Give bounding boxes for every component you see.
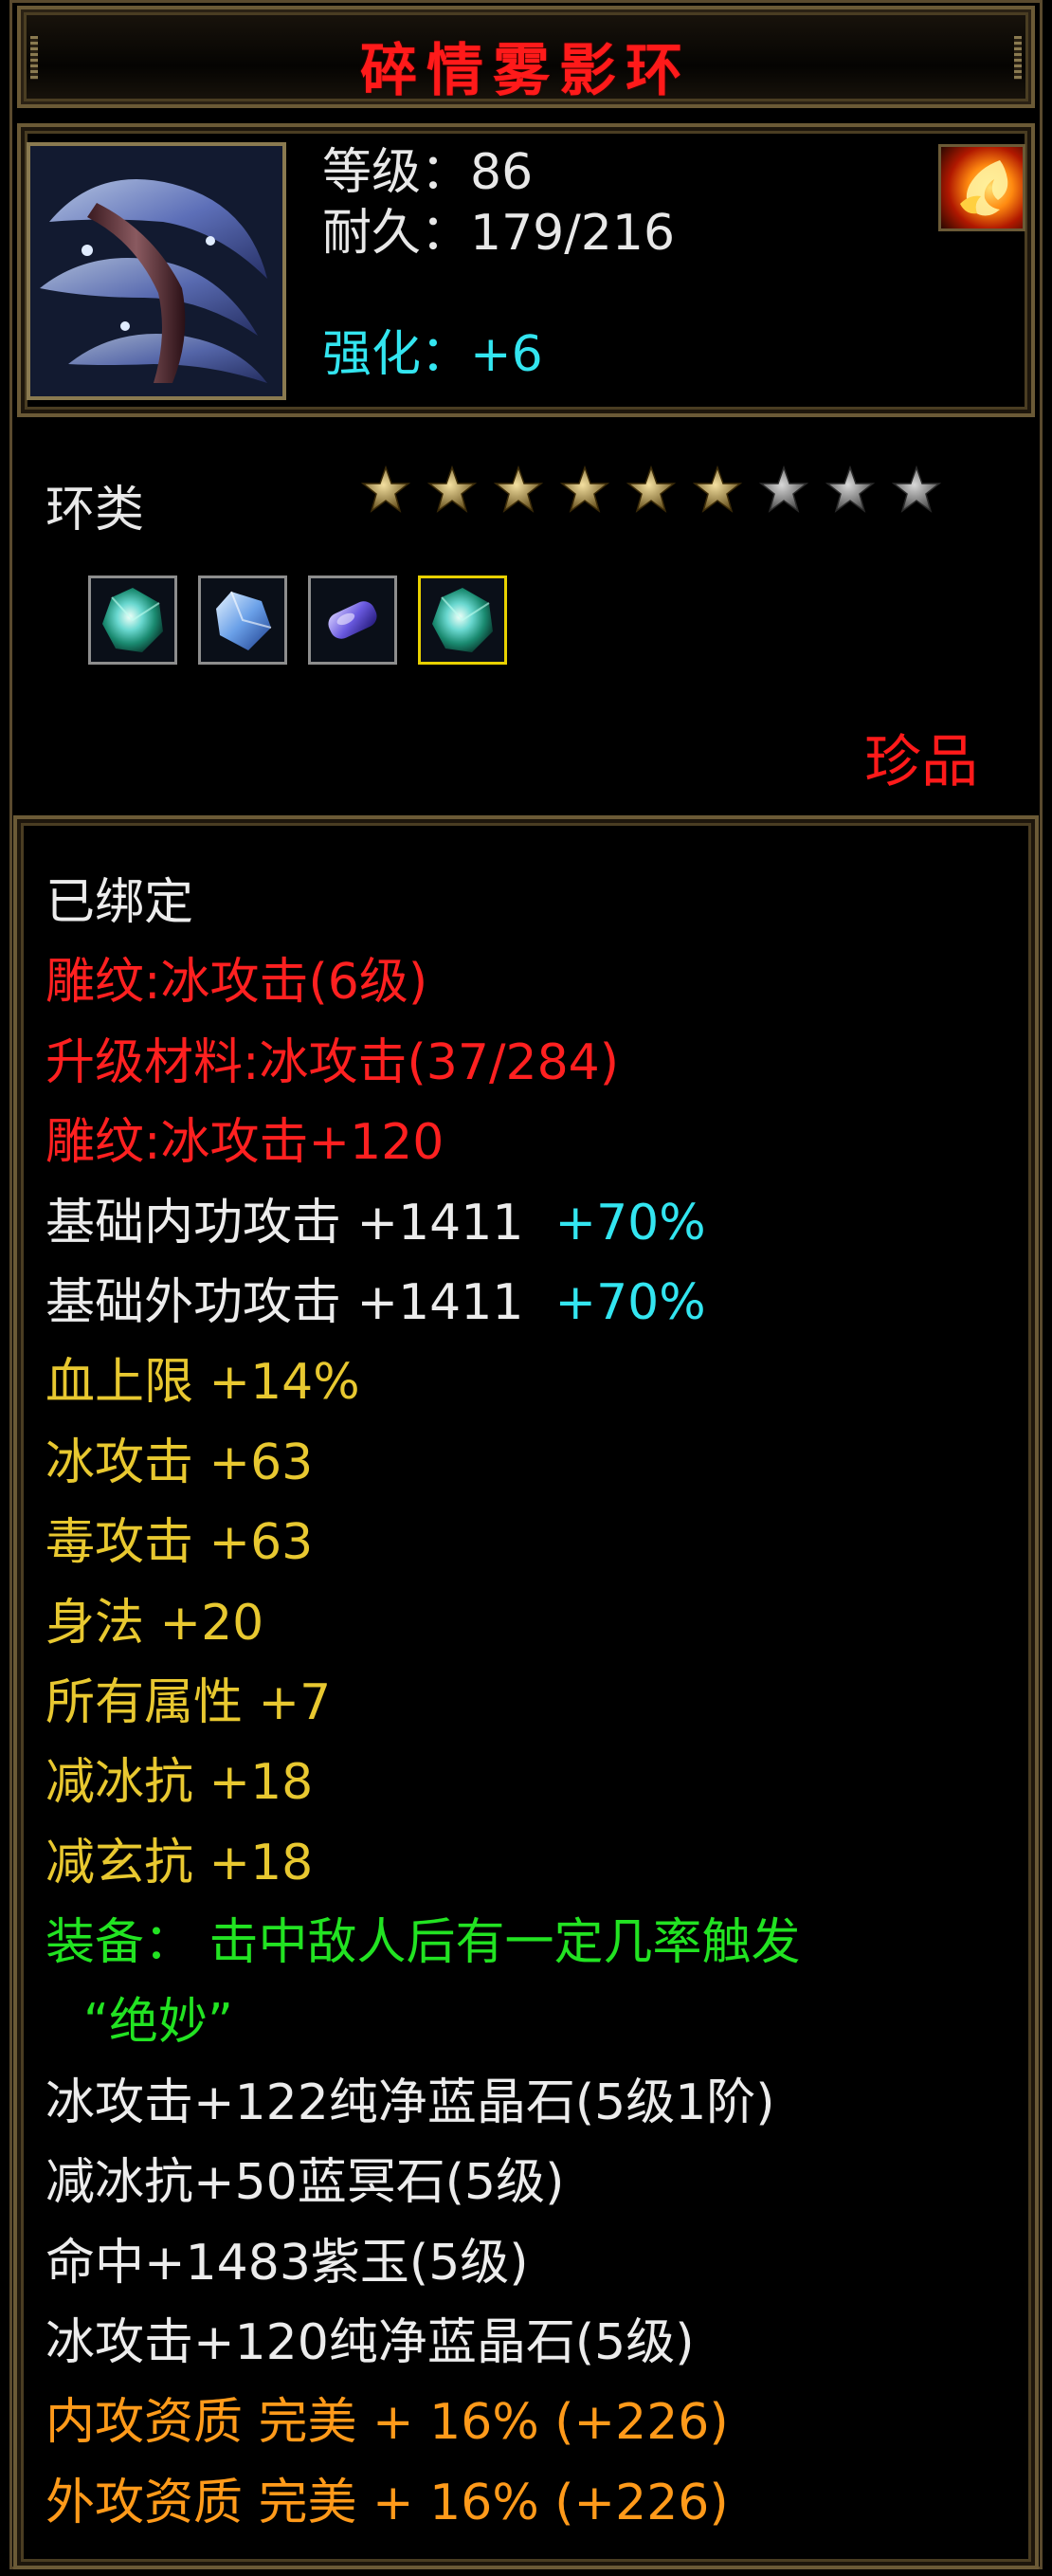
gem-socket-4[interactable] bbox=[418, 575, 507, 665]
base-inner-attack: 基础内功攻击 +1411 +70% bbox=[45, 1183, 801, 1263]
star-filled-icon bbox=[559, 465, 610, 513]
engrave-bonus: 雕纹:冰攻击+120 bbox=[45, 1114, 444, 1172]
equip-effect-name: “绝妙” bbox=[83, 1994, 233, 2052]
socketed-gem-4: 冰攻击+120纯净蓝晶石(5级) bbox=[45, 2314, 695, 2372]
item-name: 碎情雾影环 bbox=[360, 38, 692, 104]
star-empty-icon bbox=[825, 465, 876, 513]
base-outer-attack-bonus: +70% bbox=[554, 1273, 706, 1331]
poison-attack-stat: 毒攻击 +63 bbox=[45, 1514, 314, 1572]
level-value: 86 bbox=[470, 144, 534, 201]
level-row: 等级：86 bbox=[322, 142, 675, 203]
gem-socket-1[interactable] bbox=[88, 575, 177, 665]
engrave-level: 雕纹:冰攻击(6级) bbox=[45, 954, 428, 1012]
rarity-label: 珍品 bbox=[864, 729, 978, 795]
item-basic-stats: 等级：86 耐久：179/216 强化：+6 bbox=[322, 142, 675, 385]
upgrade-material: 升级材料:冰攻击(37/284) bbox=[45, 1033, 620, 1091]
equip-effect: 装备： 击中敌人后有一定几率触发 bbox=[45, 1914, 801, 1972]
bound-status: 已绑定 bbox=[45, 874, 194, 931]
outer-attack-quality: 外攻资质 完美 + 16% (+226) bbox=[45, 2474, 729, 2531]
gem-socket-3[interactable] bbox=[308, 575, 397, 665]
level-label: 等级： bbox=[322, 144, 471, 201]
star-empty-icon bbox=[891, 465, 942, 513]
durability-value: 179/216 bbox=[470, 205, 676, 262]
socketed-gem-1: 冰攻击+122纯净蓝晶石(5级1阶) bbox=[45, 2074, 775, 2131]
all-attributes-stat: 所有属性 +7 bbox=[45, 1673, 332, 1731]
star-empty-icon bbox=[758, 465, 809, 513]
spacer-row bbox=[322, 264, 675, 324]
enhance-label: 强化： bbox=[322, 326, 471, 383]
base-inner-attack-bonus: +70% bbox=[554, 1194, 706, 1251]
gem-socket-2[interactable] bbox=[198, 575, 287, 665]
ring-item-icon[interactable] bbox=[27, 142, 286, 400]
durability-row: 耐久：179/216 bbox=[322, 203, 675, 264]
star-filled-icon bbox=[426, 465, 478, 513]
durability-label: 耐久： bbox=[322, 205, 471, 262]
item-attribute-list: 已绑定 雕纹:冰攻击(6级) 升级材料:冰攻击(37/284) 雕纹:冰攻击+1… bbox=[45, 863, 801, 2543]
green-gem-icon bbox=[102, 588, 163, 652]
star-filled-icon bbox=[493, 465, 544, 513]
enhance-row: 强化：+6 bbox=[322, 324, 675, 385]
star-filled-icon bbox=[626, 465, 677, 513]
inner-attack-quality: 内攻资质 完美 + 16% (+226) bbox=[45, 2394, 729, 2452]
green-gem-icon bbox=[432, 588, 493, 652]
base-outer-attack: 基础外功攻击 +1411 +70% bbox=[45, 1263, 801, 1343]
socketed-gem-2: 减冰抗+50蓝冥石(5级) bbox=[45, 2154, 565, 2212]
socketed-gem-3: 命中+1483紫玉(5级) bbox=[45, 2234, 529, 2292]
star-rating bbox=[360, 465, 942, 516]
purple-jade-gem-icon bbox=[328, 601, 377, 639]
enhance-value: +6 bbox=[470, 326, 543, 383]
mystic-resist-reduce-stat: 减玄抗 +18 bbox=[45, 1834, 314, 1891]
hp-max-stat: 血上限 +14% bbox=[45, 1354, 360, 1412]
agility-stat: 身法 +20 bbox=[45, 1594, 264, 1652]
blue-crystal-gem-icon bbox=[216, 591, 272, 650]
star-filled-icon bbox=[692, 465, 743, 513]
star-filled-icon bbox=[360, 465, 411, 513]
ice-attack-stat: 冰攻击 +63 bbox=[45, 1434, 314, 1491]
item-category: 环类 bbox=[45, 482, 145, 539]
base-inner-attack-text: 基础内功攻击 +1411 bbox=[45, 1194, 524, 1251]
title-bar: 碎情雾影环 bbox=[17, 6, 1035, 108]
ice-resist-reduce-stat: 减冰抗 +18 bbox=[45, 1754, 314, 1812]
fire-element-icon bbox=[938, 144, 1025, 231]
base-outer-attack-text: 基础外功攻击 +1411 bbox=[45, 1273, 524, 1331]
gem-sockets bbox=[88, 575, 507, 665]
